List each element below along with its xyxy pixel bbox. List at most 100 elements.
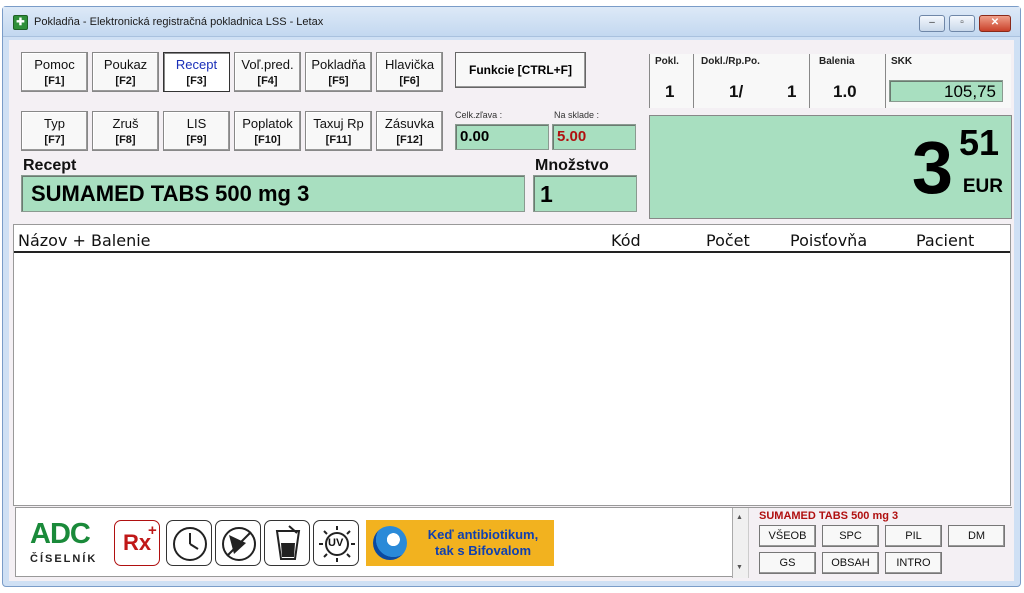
button-key: [F1] [44,75,65,87]
button-key: [F7] [44,134,65,146]
main-window: ✚ Pokladňa - Elektronická registračná po… [2,6,1021,587]
f8-zrus-button[interactable]: Zruš [F8] [92,111,159,151]
column-header-patient[interactable]: Pacient [916,231,974,250]
f1-help-button[interactable]: Pomoc [F1] [21,52,88,92]
f12-zasuvka-button[interactable]: Zásuvka [F12] [376,111,443,151]
button-label: Hlavička [384,57,435,72]
drug-info-panel: ▲ ▼ SUMAMED TABS 500 mg 3 VŠEOB SPC PIL … [732,508,1013,578]
banner-text: Keď antibiotikum, tak s Bifovalom [414,527,552,559]
column-header-name[interactable]: Názov + Balenie [18,231,151,250]
banner-line-1: Keď antibiotikum, [427,527,539,542]
adc-catalog-button[interactable]: ADC ČÍSELNÍK [30,518,110,566]
balenia-value: 1.0 [833,82,857,101]
in-stock-field: 5.00 [552,124,636,150]
close-button[interactable]: ✕ [979,15,1011,32]
button-label: Pokladňa [311,57,366,72]
uv-button[interactable]: UV [313,520,359,566]
recept-value: SUMAMED TABS 500 mg 3 [31,181,310,206]
bifoval-logo-icon [373,526,407,560]
button-key: [F10] [254,134,281,146]
list-header: Názov + Balenie Kód Počet Poisťovňa Paci… [14,231,1010,253]
in-stock-value: 5.00 [557,128,587,145]
skk-label: SKK [891,56,913,67]
f9-lis-button[interactable]: LIS [F9] [163,111,230,151]
items-list[interactable]: Názov + Balenie Kód Počet Poisťovňa Paci… [13,224,1011,506]
bottom-toolbar: ADC ČÍSELNÍK Rx + UV Keď antibiotikum, t… [15,507,1013,578]
amount-decimal: 51 [958,122,999,163]
button-key: [F9] [186,134,207,146]
f5-pokladna-button[interactable]: Pokladňa [F5] [305,52,372,92]
no-food-icon [222,527,256,561]
button-label: Taxuj Rp [313,116,364,131]
quantity-value: 1 [540,181,553,207]
dokl-label: Dokl./Rp.Po. [701,56,760,67]
button-key: [F11] [325,134,352,146]
obsah-button[interactable]: OBSAH [822,552,879,574]
button-key: [F2] [115,75,136,87]
scroll-down-icon[interactable]: ▼ [736,564,743,571]
amount-currency: EUR [962,176,1003,197]
drug-info-title: SUMAMED TABS 500 mg 3 [759,510,899,522]
pil-button[interactable]: PIL [885,525,942,547]
button-key: [F12] [396,134,423,146]
bifoval-banner[interactable]: Keď antibiotikum, tak s Bifovalom [366,520,554,566]
column-header-insurer[interactable]: Poisťovňa [790,231,867,250]
pokl-value: 1 [665,82,675,101]
f4-volny-predaj-button[interactable]: Voľ.pred. [F4] [234,52,301,92]
button-label: Recept [175,57,218,72]
column-header-count[interactable]: Počet [706,231,750,250]
quantity-input[interactable]: 1 [533,175,637,212]
rx-button[interactable]: Rx + [114,520,160,566]
f10-poplatok-button[interactable]: Poplatok [F10] [234,111,301,151]
title-bar[interactable]: ✚ Pokladňa - Elektronická registračná po… [3,7,1020,37]
functions-button[interactable]: Funkcie [CTRL+F] [455,52,586,88]
adc-logo-text: ADC [30,518,91,550]
total-discount-value: 0.00 [460,128,490,145]
intro-button[interactable]: INTRO [885,552,942,574]
drink-button[interactable] [264,520,310,566]
button-key: [F3] [186,75,207,87]
scroll-up-icon[interactable]: ▲ [736,514,743,521]
button-label: Zásuvka [384,116,435,131]
button-label: Poukaz [103,57,148,72]
balenia-label: Balenia [819,56,855,67]
gs-button[interactable]: GS [759,552,816,574]
banner-line-2: tak s Bifovalom [434,543,532,558]
skk-field: 105,75 [889,80,1003,102]
separator [809,54,810,108]
f6-hlavicka-button[interactable]: Hlavička [F6] [376,52,443,92]
separator [649,54,650,108]
dokl-value: 1/ [729,82,744,101]
total-discount-field: 0.00 [455,124,549,150]
drug-info-scrollbar[interactable]: ▲ ▼ [733,508,749,578]
rx-icon: Rx [123,530,152,555]
minimize-button[interactable]: – [919,15,945,32]
separator [693,54,694,108]
clock-button[interactable] [166,520,212,566]
column-header-code[interactable]: Kód [611,231,641,250]
app-icon: ✚ [13,15,28,30]
clock-icon [173,527,207,561]
no-food-button[interactable] [215,520,261,566]
button-key: [F5] [328,75,349,87]
total-amount-display: 3 51 EUR [649,115,1012,219]
spc-button[interactable]: SPC [822,525,879,547]
total-discount-label: Celk.zľava : [455,110,503,120]
maximize-button[interactable]: ▫ [949,15,975,32]
button-label: Voľ.pred. [241,57,294,72]
button-label: Poplatok [242,116,293,131]
glass-icon [275,525,301,560]
vseob-button[interactable]: VŠEOB [759,525,816,547]
pokl-label: Pokl. [655,56,679,67]
button-label: Zruš [112,116,139,131]
button-key: [F8] [115,134,136,146]
f7-typ-button[interactable]: Typ [F7] [21,111,88,151]
adc-subtitle: ČÍSELNÍK [30,553,98,565]
f2-poukaz-button[interactable]: Poukaz [F2] [92,52,159,92]
recept-input[interactable]: SUMAMED TABS 500 mg 3 [21,175,525,212]
skk-value: 105,75 [944,82,996,101]
f11-taxuj-rp-button[interactable]: Taxuj Rp [F11] [305,111,372,151]
dm-button[interactable]: DM [948,525,1005,547]
f3-recept-button[interactable]: Recept [F3] [163,52,230,92]
button-label: Pomoc [34,57,75,72]
